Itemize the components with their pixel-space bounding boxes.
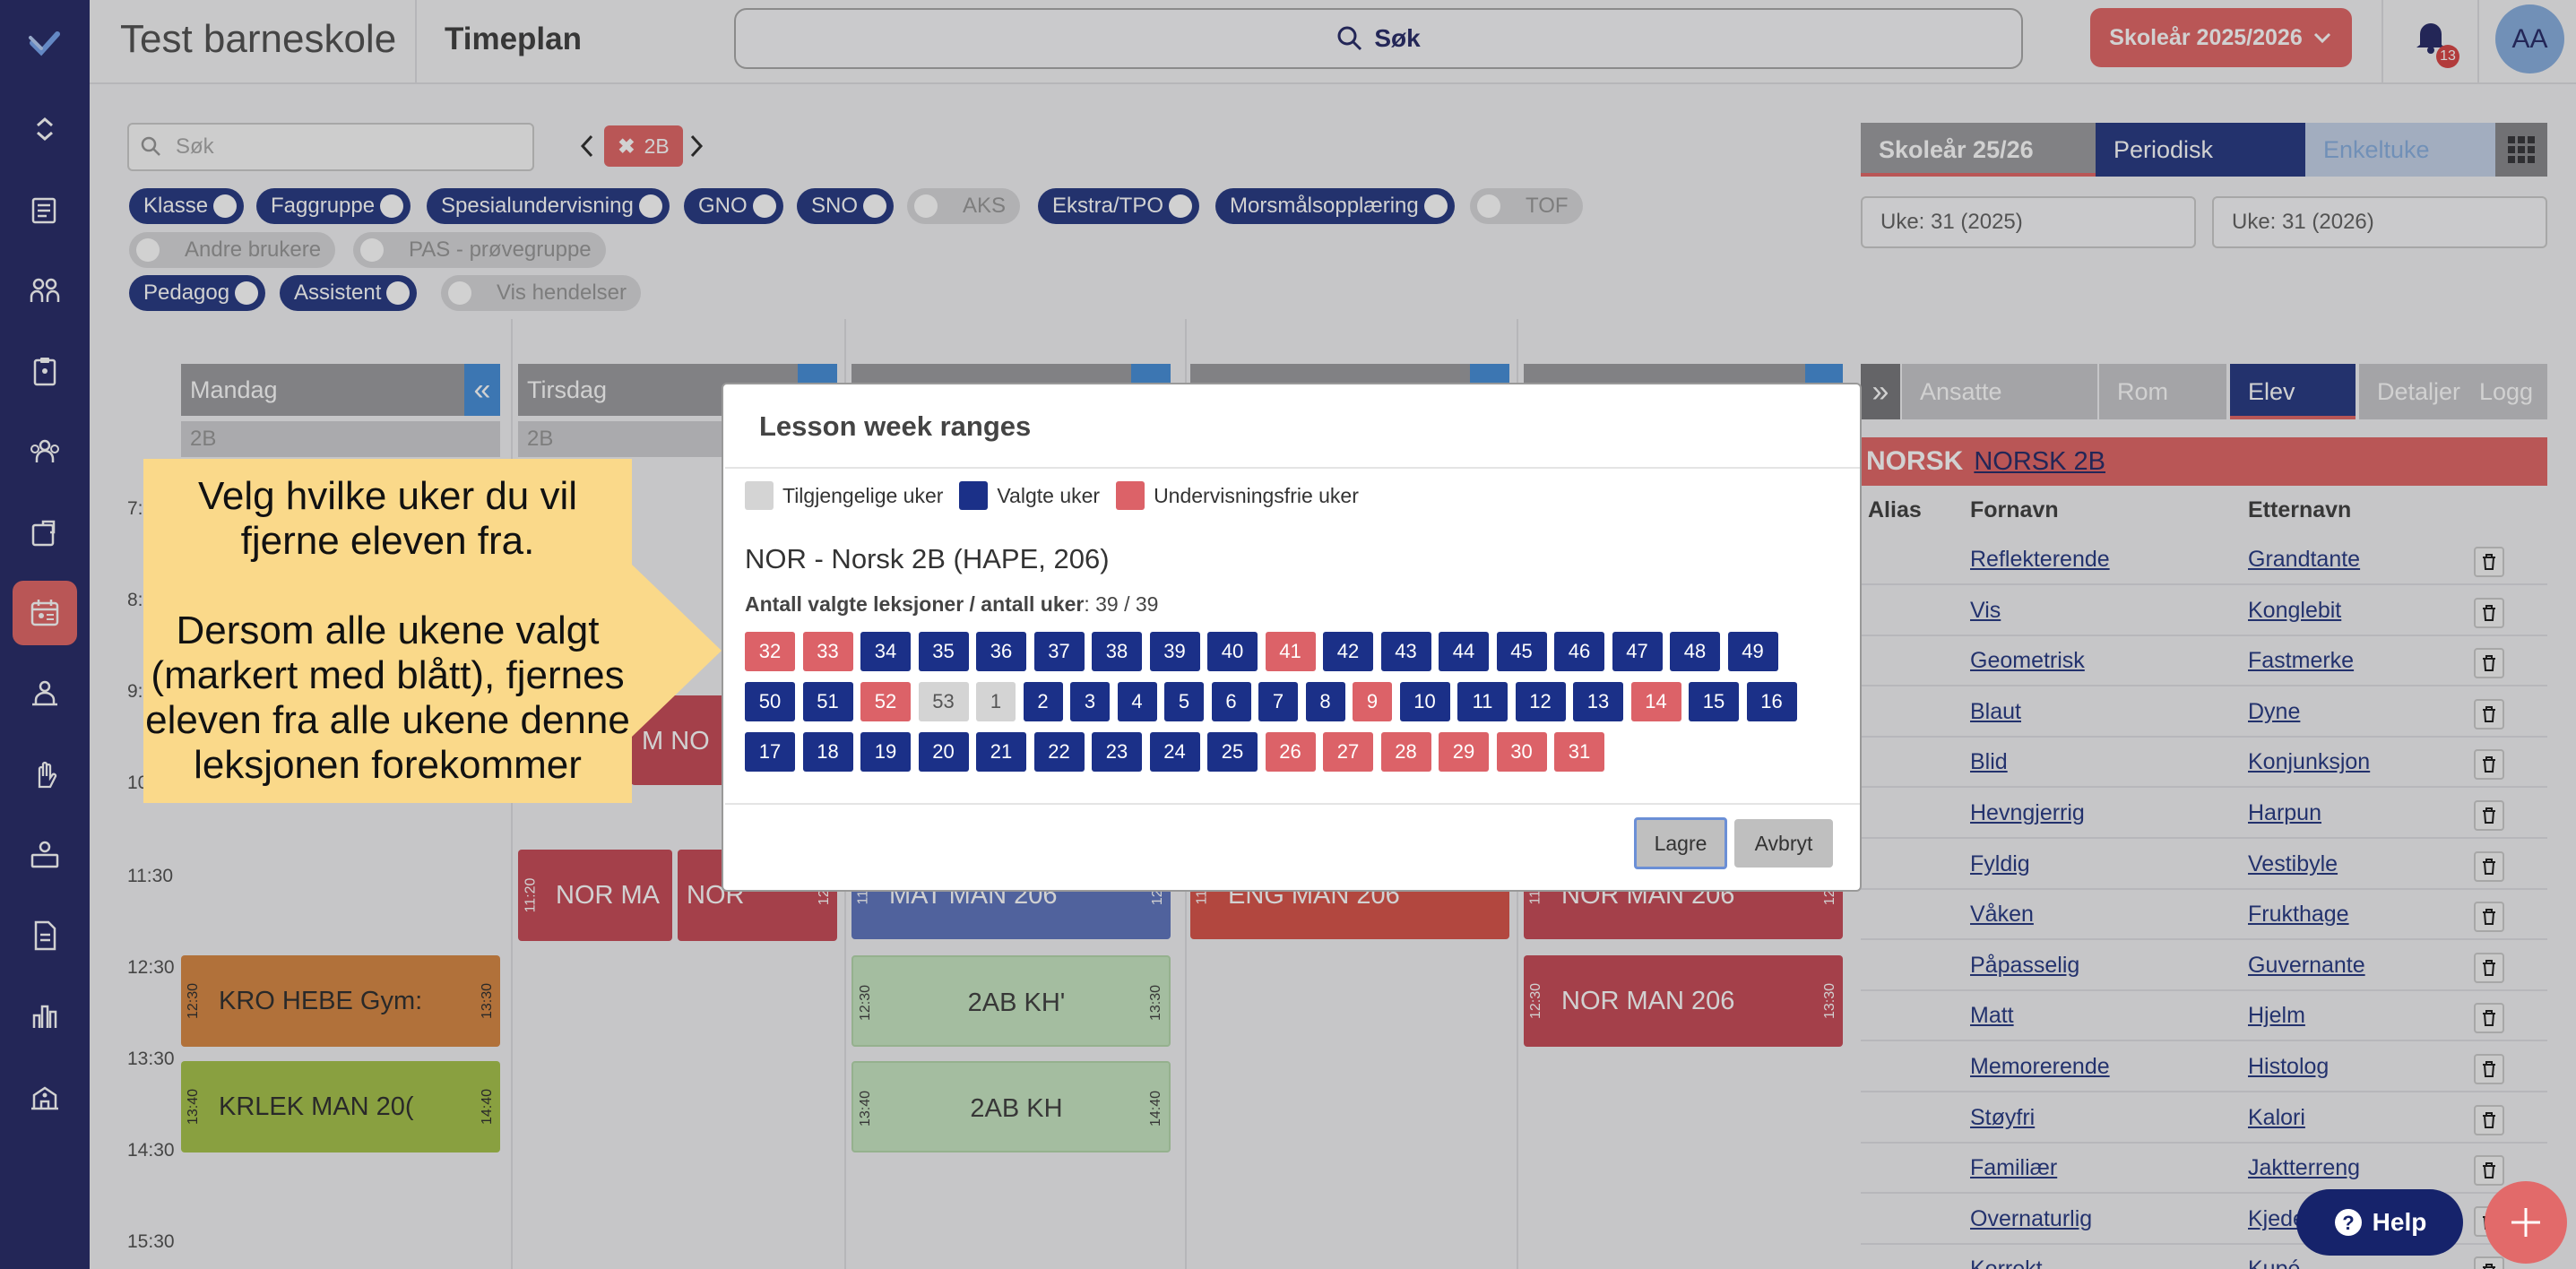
week-38[interactable]: 38: [1092, 632, 1142, 671]
week-16[interactable]: 16: [1746, 682, 1797, 721]
legend-label: Tilgjengelige uker: [782, 483, 944, 507]
lesson-name: NOR - Norsk 2B (HAPE, 206): [745, 543, 1110, 574]
week-43[interactable]: 43: [1380, 632, 1431, 671]
legend-swatch: [745, 481, 774, 510]
week-30[interactable]: 30: [1496, 732, 1547, 772]
week-5[interactable]: 5: [1164, 682, 1204, 721]
cancel-button[interactable]: Avbryt: [1734, 819, 1833, 868]
week-34[interactable]: 34: [860, 632, 911, 671]
week-51[interactable]: 51: [802, 682, 853, 721]
week-40[interactable]: 40: [1207, 632, 1258, 671]
week-42[interactable]: 42: [1323, 632, 1373, 671]
week-50[interactable]: 50: [745, 682, 795, 721]
week-24[interactable]: 24: [1149, 732, 1200, 772]
week-35[interactable]: 35: [918, 632, 969, 671]
divider: [725, 467, 1860, 469]
modal-title: Lesson week ranges: [759, 410, 1032, 442]
week-25[interactable]: 25: [1207, 732, 1258, 772]
lesson-count: Antall valgte leksjoner / antall uker: 3…: [745, 592, 1158, 617]
legend-swatch: [1116, 481, 1145, 510]
week-17[interactable]: 17: [745, 732, 795, 772]
tutorial-callout: Velg hvilke uker du vil fjerne eleven fr…: [143, 459, 632, 803]
week-1[interactable]: 1: [976, 682, 1016, 721]
week-8[interactable]: 8: [1305, 682, 1345, 721]
add-button[interactable]: [2485, 1181, 2567, 1264]
question-circle-icon: ?: [2334, 1209, 2362, 1236]
week-27[interactable]: 27: [1323, 732, 1373, 772]
week-28[interactable]: 28: [1380, 732, 1431, 772]
week-48[interactable]: 48: [1670, 632, 1720, 671]
help-button[interactable]: ? Help: [2296, 1189, 2463, 1256]
week-3[interactable]: 3: [1070, 682, 1110, 721]
week-13[interactable]: 13: [1573, 682, 1623, 721]
week-7[interactable]: 7: [1258, 682, 1298, 721]
week-14[interactable]: 14: [1630, 682, 1681, 721]
week-10[interactable]: 10: [1399, 682, 1450, 721]
week-29[interactable]: 29: [1439, 732, 1489, 772]
week-6[interactable]: 6: [1211, 682, 1251, 721]
week-49[interactable]: 49: [1727, 632, 1778, 671]
week-47[interactable]: 47: [1612, 632, 1663, 671]
week-12[interactable]: 12: [1515, 682, 1566, 721]
callout-arrow: [632, 565, 722, 737]
week-41[interactable]: 41: [1265, 632, 1316, 671]
week-9[interactable]: 9: [1353, 682, 1392, 721]
save-button[interactable]: Lagre: [1634, 817, 1727, 869]
week-23[interactable]: 23: [1092, 732, 1142, 772]
week-20[interactable]: 20: [918, 732, 969, 772]
week-18[interactable]: 18: [802, 732, 853, 772]
svg-text:?: ?: [2342, 1212, 2354, 1234]
legend-available: Tilgjengelige uker: [745, 481, 943, 510]
callout-line-2: Dersom alle ukene valgt (markert med blå…: [145, 609, 630, 787]
count-label: Antall valgte leksjoner / antall uker: [745, 592, 1085, 616]
week-2[interactable]: 2: [1023, 682, 1063, 721]
week-39[interactable]: 39: [1149, 632, 1200, 671]
week-11[interactable]: 11: [1457, 682, 1508, 721]
legend-label: Valgte uker: [997, 483, 1101, 507]
week-15[interactable]: 15: [1689, 682, 1739, 721]
week-46[interactable]: 46: [1554, 632, 1604, 671]
plus-icon: [2511, 1208, 2540, 1237]
week-4[interactable]: 4: [1117, 682, 1157, 721]
week-37[interactable]: 37: [1033, 632, 1085, 671]
help-label: Help: [2372, 1208, 2427, 1236]
week-44[interactable]: 44: [1439, 632, 1489, 671]
week-31[interactable]: 31: [1554, 732, 1604, 772]
legend-selected: Valgte uker: [959, 481, 1100, 510]
week-26[interactable]: 26: [1265, 732, 1316, 772]
legend-holiday: Undervisningsfrie uker: [1116, 481, 1359, 510]
legend-swatch: [959, 481, 989, 510]
week-21[interactable]: 21: [976, 732, 1026, 772]
legend-label: Undervisningsfrie uker: [1154, 483, 1359, 507]
week-33[interactable]: 33: [802, 632, 853, 671]
callout-line-1: Velg hvilke uker du vil fjerne eleven fr…: [197, 474, 578, 563]
week-22[interactable]: 22: [1033, 732, 1085, 772]
week-36[interactable]: 36: [976, 632, 1026, 671]
lesson-week-ranges-modal: Lesson week ranges Tilgjengelige uker Va…: [722, 383, 1862, 892]
week-53[interactable]: 53: [918, 682, 969, 721]
week-legend: Tilgjengelige uker Valgte uker Undervisn…: [745, 481, 1375, 510]
week-45[interactable]: 45: [1496, 632, 1547, 671]
week-32[interactable]: 32: [745, 632, 795, 671]
week-52[interactable]: 52: [860, 682, 911, 721]
divider: [725, 803, 1860, 805]
week-19[interactable]: 19: [860, 732, 911, 772]
count-value: : 39 / 39: [1084, 592, 1159, 616]
